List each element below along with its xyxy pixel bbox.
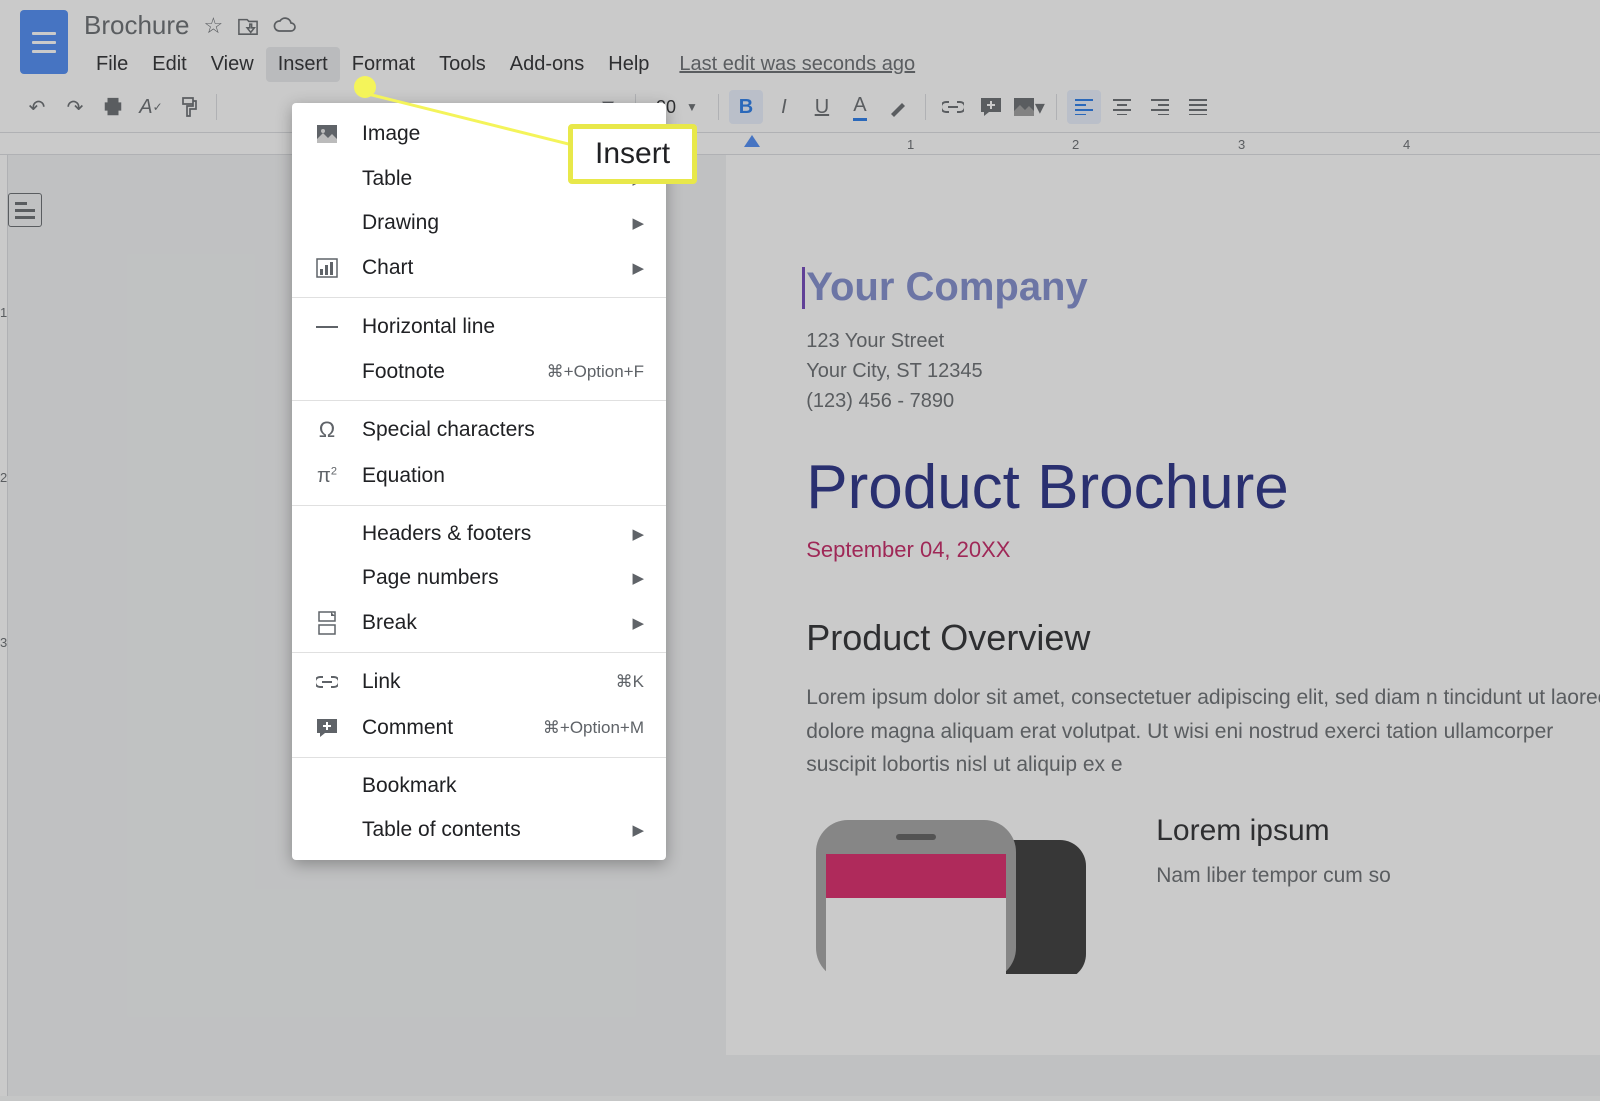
- callout-label: Insert: [568, 124, 697, 184]
- menu-item-bookmark[interactable]: Bookmark: [292, 764, 666, 808]
- cloud-icon[interactable]: [273, 17, 297, 35]
- submenu-arrow-icon: ▶: [632, 614, 644, 632]
- move-icon[interactable]: [237, 16, 259, 36]
- menu-tools[interactable]: Tools: [427, 47, 498, 82]
- menu-item-headers-footers[interactable]: Headers & footers▶: [292, 512, 666, 556]
- hline-icon: [314, 314, 340, 340]
- insert-menu-dropdown: Image▶Table▶Drawing▶Chart▶Horizontal lin…: [292, 103, 666, 860]
- align-left-button[interactable]: [1067, 90, 1101, 124]
- submenu-arrow-icon: ▶: [632, 821, 644, 839]
- side-body[interactable]: Nam liber tempor cum so: [1156, 864, 1391, 888]
- company-heading[interactable]: Your Company: [806, 265, 1600, 310]
- menu-help[interactable]: Help: [596, 47, 661, 82]
- vertical-ruler[interactable]: 1 2 3: [0, 155, 8, 1096]
- phone-illustration: [806, 814, 1096, 974]
- image-icon: [314, 121, 340, 147]
- bold-button[interactable]: B: [729, 90, 763, 124]
- submenu-arrow-icon: ▶: [632, 259, 644, 277]
- callout-dot: [354, 76, 376, 98]
- menu-item-drawing[interactable]: Drawing▶: [292, 201, 666, 245]
- link-icon: [314, 669, 340, 695]
- text-color-button[interactable]: A: [843, 90, 877, 124]
- menu-item-table-of-contents[interactable]: Table of contents▶: [292, 808, 666, 852]
- menu-item-comment[interactable]: Comment⌘+Option+M: [292, 705, 666, 751]
- insert-comment-button[interactable]: [974, 90, 1008, 124]
- submenu-arrow-icon: ▶: [632, 214, 644, 232]
- submenu-arrow-icon: ▶: [632, 569, 644, 587]
- toolbar: ↶ ↷ A✓ ▼ 20▼ B I U A ▾: [0, 82, 1600, 133]
- insert-image-button[interactable]: ▾: [1012, 90, 1046, 124]
- overview-heading[interactable]: Product Overview: [806, 617, 1600, 659]
- menu-addons[interactable]: Add-ons: [498, 47, 597, 82]
- spellcheck-button[interactable]: A✓: [134, 90, 168, 124]
- menu-format[interactable]: Format: [340, 47, 427, 82]
- redo-button[interactable]: ↷: [58, 90, 92, 124]
- paint-format-button[interactable]: [172, 90, 206, 124]
- outline-toggle-icon[interactable]: [8, 193, 42, 227]
- align-justify-button[interactable]: [1181, 90, 1215, 124]
- align-center-button[interactable]: [1105, 90, 1139, 124]
- page[interactable]: Your Company 123 Your Street Your City, …: [726, 155, 1600, 1055]
- title-bar: Brochure ☆ File Edit View Insert Format …: [0, 0, 1600, 82]
- menu-separator: [292, 505, 666, 506]
- menu-item-horizontal-line[interactable]: Horizontal line: [292, 304, 666, 350]
- last-edit-link[interactable]: Last edit was seconds ago: [679, 47, 915, 82]
- menu-item-footnote[interactable]: Footnote⌘+Option+F: [292, 350, 666, 394]
- address-block[interactable]: 123 Your Street Your City, ST 12345 (123…: [806, 326, 1600, 416]
- underline-button[interactable]: U: [805, 90, 839, 124]
- undo-button[interactable]: ↶: [20, 90, 54, 124]
- insert-link-button[interactable]: [936, 90, 970, 124]
- omega-icon: Ω: [314, 417, 340, 443]
- menu-separator: [292, 400, 666, 401]
- menu-file[interactable]: File: [84, 47, 140, 82]
- comment-icon: [314, 715, 340, 741]
- submenu-arrow-icon: ▶: [632, 525, 644, 543]
- side-heading[interactable]: Lorem ipsum: [1156, 814, 1391, 848]
- highlight-button[interactable]: [881, 90, 915, 124]
- document-canvas[interactable]: Your Company 123 Your Street Your City, …: [42, 155, 1600, 1096]
- menu-item-break[interactable]: Break▶: [292, 600, 666, 646]
- menu-view[interactable]: View: [199, 47, 266, 82]
- overview-body[interactable]: Lorem ipsum dolor sit amet, consectetuer…: [806, 681, 1600, 782]
- menu-insert[interactable]: Insert: [266, 47, 340, 82]
- align-right-button[interactable]: [1143, 90, 1177, 124]
- italic-button[interactable]: I: [767, 90, 801, 124]
- docs-app-icon[interactable]: [20, 10, 68, 74]
- pi-icon: π2: [314, 463, 340, 489]
- menu-edit[interactable]: Edit: [140, 47, 198, 82]
- print-button[interactable]: [96, 90, 130, 124]
- menu-item-chart[interactable]: Chart▶: [292, 245, 666, 291]
- menu-item-equation[interactable]: π2Equation: [292, 453, 666, 499]
- product-title[interactable]: Product Brochure: [806, 452, 1600, 523]
- menu-bar: File Edit View Insert Format Tools Add-o…: [84, 47, 915, 82]
- horizontal-ruler[interactable]: 1 2 3 4: [0, 133, 1600, 155]
- menu-separator: [292, 757, 666, 758]
- break-icon: [314, 610, 340, 636]
- menu-item-page-numbers[interactable]: Page numbers▶: [292, 556, 666, 600]
- star-icon[interactable]: ☆: [204, 13, 224, 39]
- menu-item-link[interactable]: Link⌘K: [292, 659, 666, 705]
- date-line[interactable]: September 04, 20XX: [806, 537, 1600, 563]
- menu-item-special-characters[interactable]: ΩSpecial characters: [292, 407, 666, 453]
- menu-separator: [292, 652, 666, 653]
- document-title[interactable]: Brochure: [84, 10, 190, 41]
- chart-icon: [314, 255, 340, 281]
- menu-separator: [292, 297, 666, 298]
